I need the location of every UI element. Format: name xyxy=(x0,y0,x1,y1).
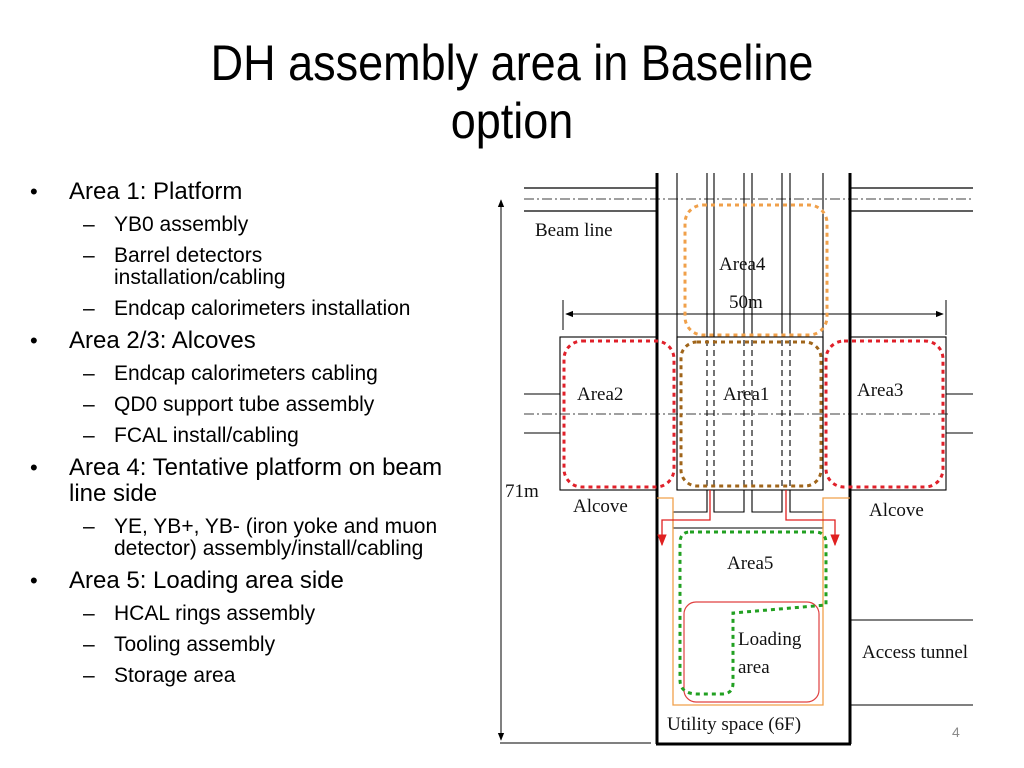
beam-line-label: Beam line xyxy=(535,220,613,241)
area3-label: Area3 xyxy=(857,380,903,401)
alcove-boxes xyxy=(559,336,947,491)
height-dimension-label: 71m xyxy=(505,481,539,502)
beam-line-pipes xyxy=(524,187,973,212)
loading-area-label-2: area xyxy=(738,657,770,678)
width-dimension-label: 50m xyxy=(729,292,763,313)
utility-space-label: Utility space (6F) xyxy=(667,714,801,735)
area1-label: Area1 xyxy=(723,384,769,405)
area5-label: Area5 xyxy=(727,553,773,574)
loading-area-outline xyxy=(683,601,820,703)
shaft-inner-lines xyxy=(676,173,824,490)
lower-connection xyxy=(672,490,824,529)
area2-label: Area2 xyxy=(577,384,623,405)
layout-diagram: Beam line Area4 50m Area2 Area1 Area3 71… xyxy=(497,173,973,746)
height-dimension xyxy=(497,199,651,744)
alcove-left-label: Alcove xyxy=(573,496,628,517)
page-number: 4 xyxy=(952,724,960,740)
loading-area-label-1: Loading xyxy=(738,629,802,650)
alcove-right-label: Alcove xyxy=(869,500,924,521)
access-tunnel-label: Access tunnel xyxy=(862,642,968,663)
area4-label: Area4 xyxy=(719,254,766,275)
routing-arrows xyxy=(657,490,840,547)
